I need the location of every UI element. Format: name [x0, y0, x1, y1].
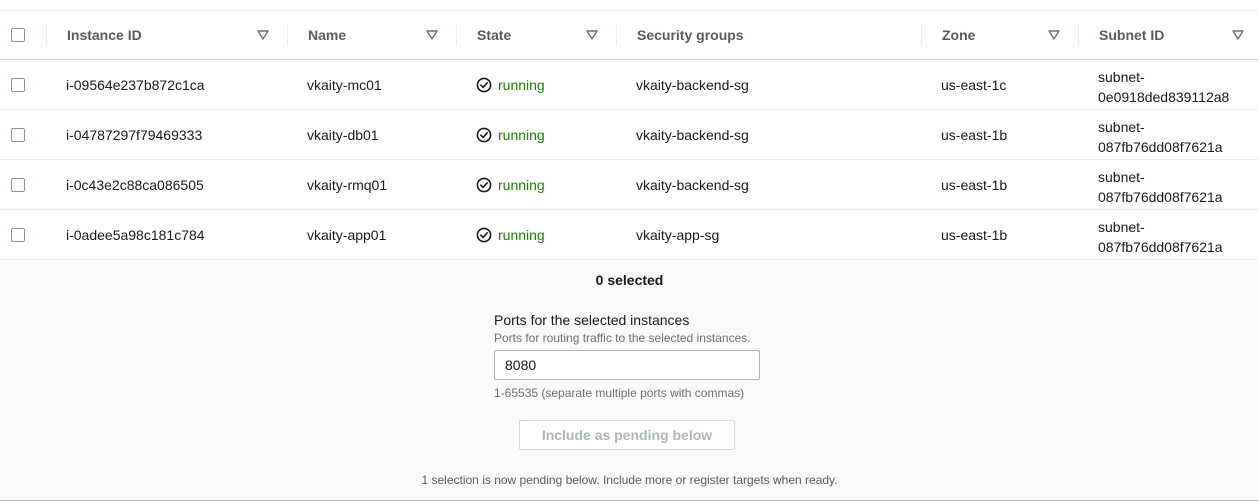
- state-cell: running: [476, 110, 545, 159]
- row-select-cell: [11, 210, 25, 259]
- row-checkbox[interactable]: [11, 227, 25, 242]
- zone-cell: us-east-1c: [941, 76, 1007, 93]
- zone-cell: us-east-1b: [941, 176, 1008, 193]
- subnet-id-line: 0e0918ded839112a8: [1098, 89, 1230, 105]
- state-label: running: [498, 226, 545, 243]
- security-group-cell: vkaity-backend-sg: [636, 126, 749, 143]
- subnet-id-cell: subnet- 087fb76dd08f7621a: [1098, 210, 1223, 259]
- sort-caret-down-icon[interactable]: [585, 28, 599, 42]
- header-subnet-id[interactable]: Subnet ID: [1099, 10, 1164, 59]
- header-instance-id[interactable]: Instance ID: [67, 10, 142, 59]
- sort-caret-down-icon[interactable]: [1231, 28, 1245, 42]
- ports-input[interactable]: 8080: [494, 350, 760, 380]
- table-row[interactable]: i-04787297f79469333 vkaity-db01 running …: [0, 110, 1259, 160]
- state-label: running: [498, 176, 545, 193]
- ports-label: Ports for the selected instances: [494, 312, 690, 328]
- column-divider[interactable]: [1078, 24, 1079, 46]
- security-group-cell: vkaity-backend-sg: [636, 176, 749, 193]
- column-divider[interactable]: [616, 24, 617, 46]
- state-cell: running: [476, 160, 545, 209]
- subnet-id-line: subnet-: [1098, 169, 1145, 185]
- instances-table: Instance ID Name State Security groups Z…: [0, 10, 1259, 260]
- row-select-cell: [11, 60, 25, 109]
- state-cell: running: [476, 210, 545, 259]
- subnet-id-line: 087fb76dd08f7621a: [1098, 139, 1223, 155]
- select-all-cell[interactable]: [11, 10, 25, 59]
- instance-id-cell: i-0adee5a98c181c784: [66, 226, 205, 243]
- row-select-cell: [11, 110, 25, 159]
- subnet-id-line: subnet-: [1098, 69, 1145, 85]
- header-state[interactable]: State: [477, 10, 511, 59]
- header-zone[interactable]: Zone: [942, 10, 975, 59]
- zone-cell: us-east-1b: [941, 126, 1008, 143]
- header-security-groups[interactable]: Security groups: [637, 10, 744, 59]
- security-group-cell: vkaity-backend-sg: [636, 76, 749, 93]
- status-check-circle-icon: [476, 227, 492, 242]
- select-all-checkbox[interactable]: [11, 27, 25, 42]
- subnet-id-line: subnet-: [1098, 219, 1145, 235]
- row-checkbox[interactable]: [11, 177, 25, 192]
- subnet-id-line: 087fb76dd08f7621a: [1098, 189, 1223, 205]
- subnet-id-line: 087fb76dd08f7621a: [1098, 239, 1223, 255]
- selection-panel: 0 selected Ports for the selected instan…: [0, 260, 1259, 501]
- sort-caret-down-icon[interactable]: [256, 28, 270, 42]
- subnet-id-cell: subnet- 087fb76dd08f7621a: [1098, 160, 1223, 209]
- state-label: running: [498, 76, 545, 93]
- name-cell: vkaity-db01: [307, 126, 379, 143]
- header-name[interactable]: Name: [308, 10, 346, 59]
- state-label: running: [498, 126, 545, 143]
- subnet-id-cell: subnet- 0e0918ded839112a8: [1098, 60, 1229, 109]
- table-row[interactable]: i-0adee5a98c181c784 vkaity-app01 running…: [0, 210, 1259, 260]
- zone-cell: us-east-1b: [941, 226, 1008, 243]
- column-divider[interactable]: [287, 24, 288, 46]
- include-as-pending-button[interactable]: Include as pending below: [519, 420, 735, 450]
- status-check-circle-icon: [476, 77, 492, 92]
- row-checkbox[interactable]: [11, 77, 25, 92]
- row-checkbox[interactable]: [11, 127, 25, 142]
- name-cell: vkaity-app01: [307, 226, 387, 243]
- status-check-circle-icon: [476, 127, 492, 142]
- subnet-id-line: subnet-: [1098, 119, 1145, 135]
- ports-hint: 1-65535 (separate multiple ports with co…: [494, 386, 745, 400]
- name-cell: vkaity-mc01: [307, 76, 382, 93]
- sort-caret-down-icon[interactable]: [1047, 28, 1061, 42]
- table-row[interactable]: i-09564e237b872c1ca vkaity-mc01 running …: [0, 60, 1259, 110]
- sort-caret-down-icon[interactable]: [425, 28, 439, 42]
- state-cell: running: [476, 60, 545, 109]
- subnet-id-cell: subnet- 087fb76dd08f7621a: [1098, 110, 1223, 159]
- status-check-circle-icon: [476, 177, 492, 192]
- selected-count: 0 selected: [595, 272, 664, 288]
- pending-footer-note: 1 selection is now pending below. Includ…: [421, 473, 838, 487]
- column-divider[interactable]: [456, 24, 457, 46]
- column-divider[interactable]: [46, 24, 47, 46]
- security-group-cell: vkaity-app-sg: [636, 226, 720, 243]
- instance-id-cell: i-09564e237b872c1ca: [66, 76, 205, 93]
- instance-id-cell: i-04787297f79469333: [66, 126, 203, 143]
- table-header-row: Instance ID Name State Security groups Z…: [0, 10, 1259, 60]
- row-select-cell: [11, 160, 25, 209]
- column-divider[interactable]: [921, 24, 922, 46]
- ports-description: Ports for routing traffic to the selecte…: [494, 331, 751, 345]
- name-cell: vkaity-rmq01: [307, 176, 388, 193]
- instance-id-cell: i-0c43e2c88ca086505: [66, 176, 204, 193]
- table-row[interactable]: i-0c43e2c88ca086505 vkaity-rmq01 running…: [0, 160, 1259, 210]
